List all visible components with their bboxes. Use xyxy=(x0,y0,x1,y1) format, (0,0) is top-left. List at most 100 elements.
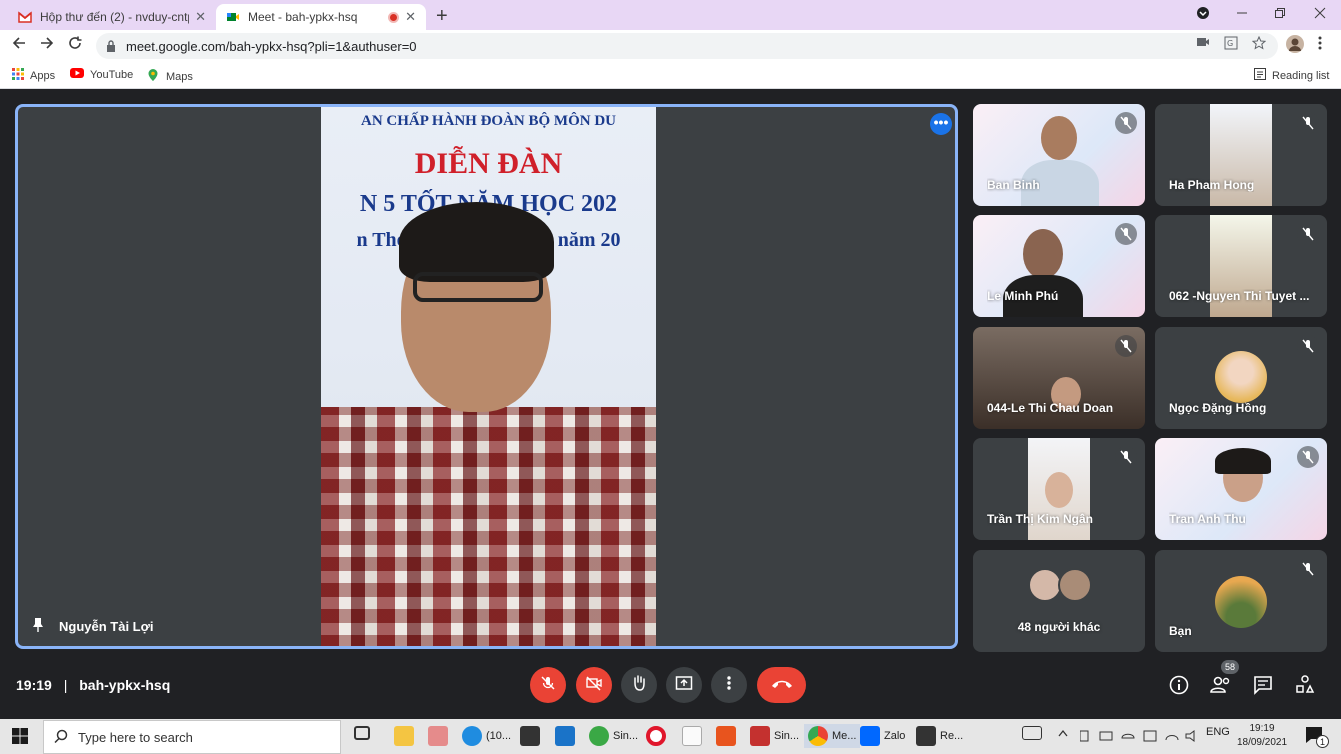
app-icon xyxy=(916,726,936,746)
language-indicator[interactable]: ENG xyxy=(1206,726,1230,738)
raise-hand-button[interactable] xyxy=(621,667,657,703)
zalo-app[interactable]: Zalo xyxy=(860,726,905,746)
menu-icon[interactable] xyxy=(1318,36,1322,53)
participant-tile[interactable]: Ha Pham Hong xyxy=(1155,104,1327,206)
reading-list-button[interactable]: Reading list xyxy=(1254,68,1329,83)
close-icon[interactable]: ✕ xyxy=(405,9,416,25)
present-button[interactable] xyxy=(666,667,702,703)
mail-icon[interactable] xyxy=(555,726,575,746)
more-options-icon[interactable]: ••• xyxy=(930,113,952,135)
participant-name: 062 -Nguyen Thi Tuyet ... xyxy=(1169,289,1310,303)
mic-off-button[interactable] xyxy=(530,667,566,703)
mic-off-icon xyxy=(1297,112,1319,134)
opera-icon[interactable] xyxy=(646,726,666,746)
close-window-icon[interactable] xyxy=(1314,6,1326,22)
forward-icon[interactable] xyxy=(40,36,54,55)
participant-face xyxy=(1045,472,1073,508)
reading-list-icon xyxy=(1254,68,1266,83)
tab-search-icon[interactable] xyxy=(1196,6,1210,23)
chrome-meet-app[interactable]: Me... xyxy=(804,724,861,748)
bookmarks-bar: Apps YouTube Maps Reading list xyxy=(0,62,1341,89)
back-icon[interactable] xyxy=(12,36,26,55)
star-icon[interactable] xyxy=(1251,35,1267,53)
speaker-video: AN CHẤP HÀNH ĐOÀN BỘ MÔN DU DIỄN ĐÀN N 5… xyxy=(321,107,656,646)
close-icon[interactable]: ✕ xyxy=(195,9,206,25)
more-options-button[interactable] xyxy=(711,667,747,703)
restore-icon[interactable] xyxy=(1274,6,1286,22)
others-count: 48 người khác xyxy=(1017,620,1101,634)
address-bar[interactable]: meet.google.com/bah-ypkx-hsq?pli=1&authu… xyxy=(96,33,1278,59)
activities-icon[interactable] xyxy=(1295,675,1315,700)
new-tab-button[interactable]: + xyxy=(436,5,448,28)
mic-off-icon xyxy=(1115,446,1137,468)
self-tile[interactable]: Bạn xyxy=(1155,550,1327,652)
taskbar-app-label: Sin... xyxy=(774,730,800,742)
chrome-icon xyxy=(808,726,828,746)
meeting-details-icon[interactable] xyxy=(1169,675,1189,700)
participant-tile[interactable]: Tran Anh Thu xyxy=(1155,438,1327,540)
bookmark-maps[interactable]: Maps xyxy=(146,68,193,85)
chevron-up-icon[interactable] xyxy=(1058,729,1068,737)
taskbar-app-label: Re... xyxy=(940,730,964,742)
participant-name: Le Minh Phú xyxy=(987,289,1059,303)
office-icon[interactable] xyxy=(716,726,736,746)
recording-icon xyxy=(388,11,400,23)
pin-icon[interactable] xyxy=(31,617,45,636)
browser-toolbar: meet.google.com/bah-ypkx-hsq?pli=1&authu… xyxy=(0,30,1341,62)
store-icon[interactable] xyxy=(520,726,540,746)
profile-avatar[interactable] xyxy=(1286,35,1304,56)
chat-icon[interactable] xyxy=(1253,675,1273,700)
app-icon[interactable] xyxy=(428,726,448,746)
speaker-glasses xyxy=(413,272,543,302)
sin-app-2[interactable]: Sin... xyxy=(750,726,799,746)
participant-tile[interactable]: Trần Thị Kim Ngân xyxy=(973,438,1145,540)
mic-off-icon xyxy=(1115,335,1137,357)
search-placeholder: Type here to search xyxy=(78,729,193,745)
tray-icons[interactable] xyxy=(1080,729,1200,743)
apps-grid-icon xyxy=(12,68,24,83)
camera-off-button[interactable] xyxy=(576,667,612,703)
main-speaker-tile[interactable]: AN CHẤP HÀNH ĐOÀN BỘ MÔN DU DIỄN ĐÀN N 5… xyxy=(15,104,958,649)
leave-call-button[interactable] xyxy=(757,667,806,703)
participant-tile[interactable]: Ban Binh xyxy=(973,104,1145,206)
bookmark-label: Apps xyxy=(30,69,56,82)
notification-badge: 1 xyxy=(1316,735,1329,748)
participant-name: Tran Anh Thu xyxy=(1169,512,1246,526)
participant-tile[interactable]: Le Minh Phú xyxy=(973,215,1145,317)
participant-tile[interactable]: 044-Le Thi Chau Doan xyxy=(973,327,1145,429)
meeting-code: bah-ypkx-hsq xyxy=(79,677,171,693)
file-explorer-icon[interactable] xyxy=(394,726,414,746)
edge-app[interactable]: (10... xyxy=(462,726,511,746)
windows-taskbar: Type here to search (10... Sin... Sin...… xyxy=(0,719,1341,754)
avatar xyxy=(1058,568,1092,602)
tab-gmail[interactable]: Hộp thư đến (2) - nvduy-cntp13( ✕ xyxy=(8,4,216,30)
bookmark-youtube[interactable]: YouTube xyxy=(70,68,133,81)
others-tile[interactable]: 48 người khác xyxy=(973,550,1145,652)
tab-meet[interactable]: Meet - bah-ypkx-hsq ✕ xyxy=(216,4,426,30)
reload-icon[interactable] xyxy=(68,36,82,55)
mic-off-icon xyxy=(1297,223,1319,245)
windows-start-icon[interactable] xyxy=(12,728,28,744)
sin-app[interactable]: Sin... xyxy=(589,726,638,746)
avatar xyxy=(1028,568,1062,602)
mic-off-icon xyxy=(1297,446,1319,468)
document-icon[interactable] xyxy=(682,726,702,746)
participant-name: Ngọc Đặng Hồng xyxy=(1169,401,1267,415)
participant-tile[interactable]: Ngọc Đặng Hồng xyxy=(1155,327,1327,429)
people-count-badge: 58 xyxy=(1221,660,1239,674)
meeting-info: 19:19 | bah-ypkx-hsq xyxy=(16,677,170,693)
people-icon[interactable] xyxy=(1210,675,1232,700)
recorder-app[interactable]: Re... xyxy=(916,726,963,746)
taskbar-app-label: Sin... xyxy=(613,730,639,742)
keyboard-icon[interactable] xyxy=(1022,726,1042,740)
translate-icon[interactable]: G xyxy=(1224,36,1238,53)
participant-tile[interactable]: 062 -Nguyen Thi Tuyet ... xyxy=(1155,215,1327,317)
bookmark-apps[interactable]: Apps xyxy=(12,68,55,83)
minimize-icon[interactable] xyxy=(1236,6,1248,22)
task-view-icon[interactable] xyxy=(354,726,370,740)
tab-strip: Hộp thư đến (2) - nvduy-cntp13( ✕ Meet -… xyxy=(0,0,1341,30)
system-clock[interactable]: 19:19 18/09/2021 xyxy=(1232,722,1292,750)
taskbar-search[interactable]: Type here to search xyxy=(43,720,341,754)
camera-icon[interactable] xyxy=(1196,36,1210,51)
mic-off-icon xyxy=(1115,223,1137,245)
